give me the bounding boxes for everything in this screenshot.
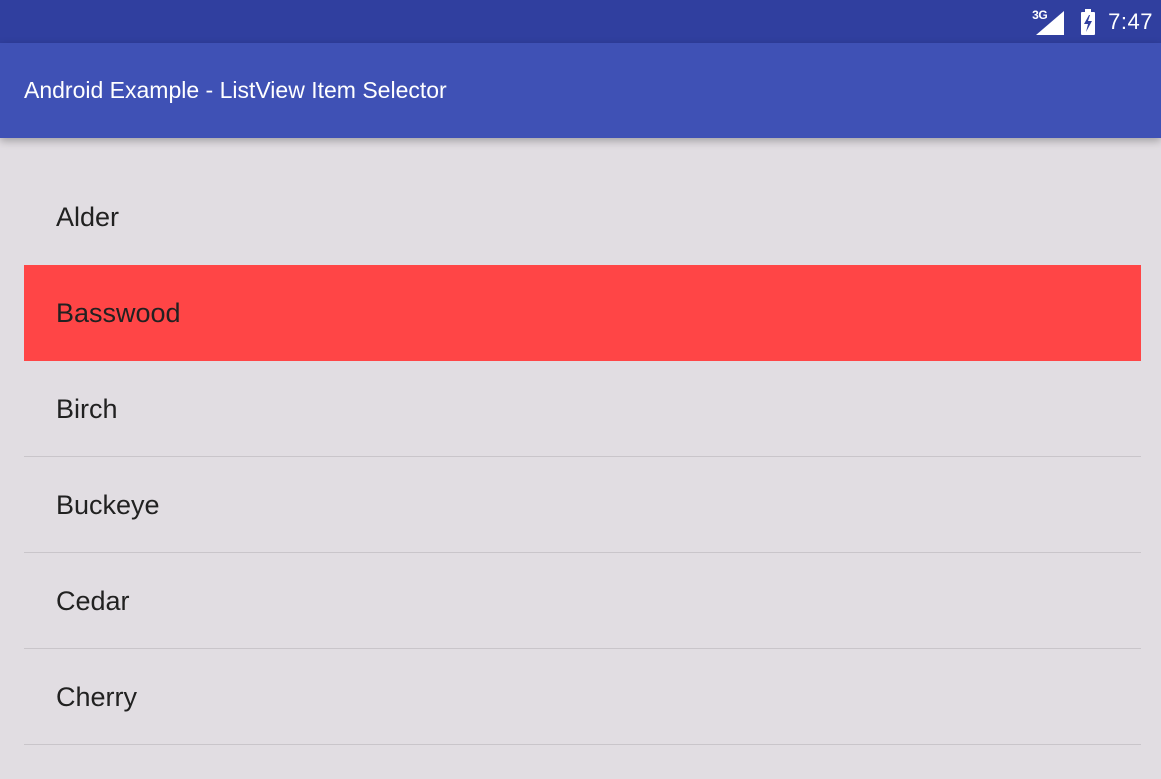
network-type-label: 3G <box>1032 7 1048 22</box>
list-item-label: Buckeye <box>56 490 160 520</box>
app-bar: Android Example - ListView Item Selector <box>0 43 1161 138</box>
list-item-label: Cherry <box>56 682 138 712</box>
list-item-buckeye[interactable]: Buckeye <box>24 457 1141 553</box>
list-item-basswood[interactable]: Basswood <box>24 265 1141 361</box>
cellular-signal-icon: 3G <box>1032 7 1068 37</box>
list-item-label: Birch <box>56 394 118 424</box>
app-title: Android Example - ListView Item Selector <box>24 77 447 103</box>
tree-list: Alder Basswood Birch Buckeye Cedar Cherr… <box>24 169 1141 745</box>
list-item-cedar[interactable]: Cedar <box>24 553 1141 649</box>
list-item-label: Alder <box>56 202 120 232</box>
battery-charging-icon <box>1080 8 1096 35</box>
status-bar: 3G 7:47 <box>0 0 1161 43</box>
status-icons: 3G 7:47 <box>1032 0 1153 43</box>
status-clock: 7:47 <box>1108 8 1153 34</box>
list-item-alder[interactable]: Alder <box>24 169 1141 265</box>
list-item-label: Basswood <box>56 298 181 328</box>
list-item-birch[interactable]: Birch <box>24 361 1141 457</box>
list-item-cherry[interactable]: Cherry <box>24 649 1141 745</box>
list-item-label: Cedar <box>56 586 130 616</box>
